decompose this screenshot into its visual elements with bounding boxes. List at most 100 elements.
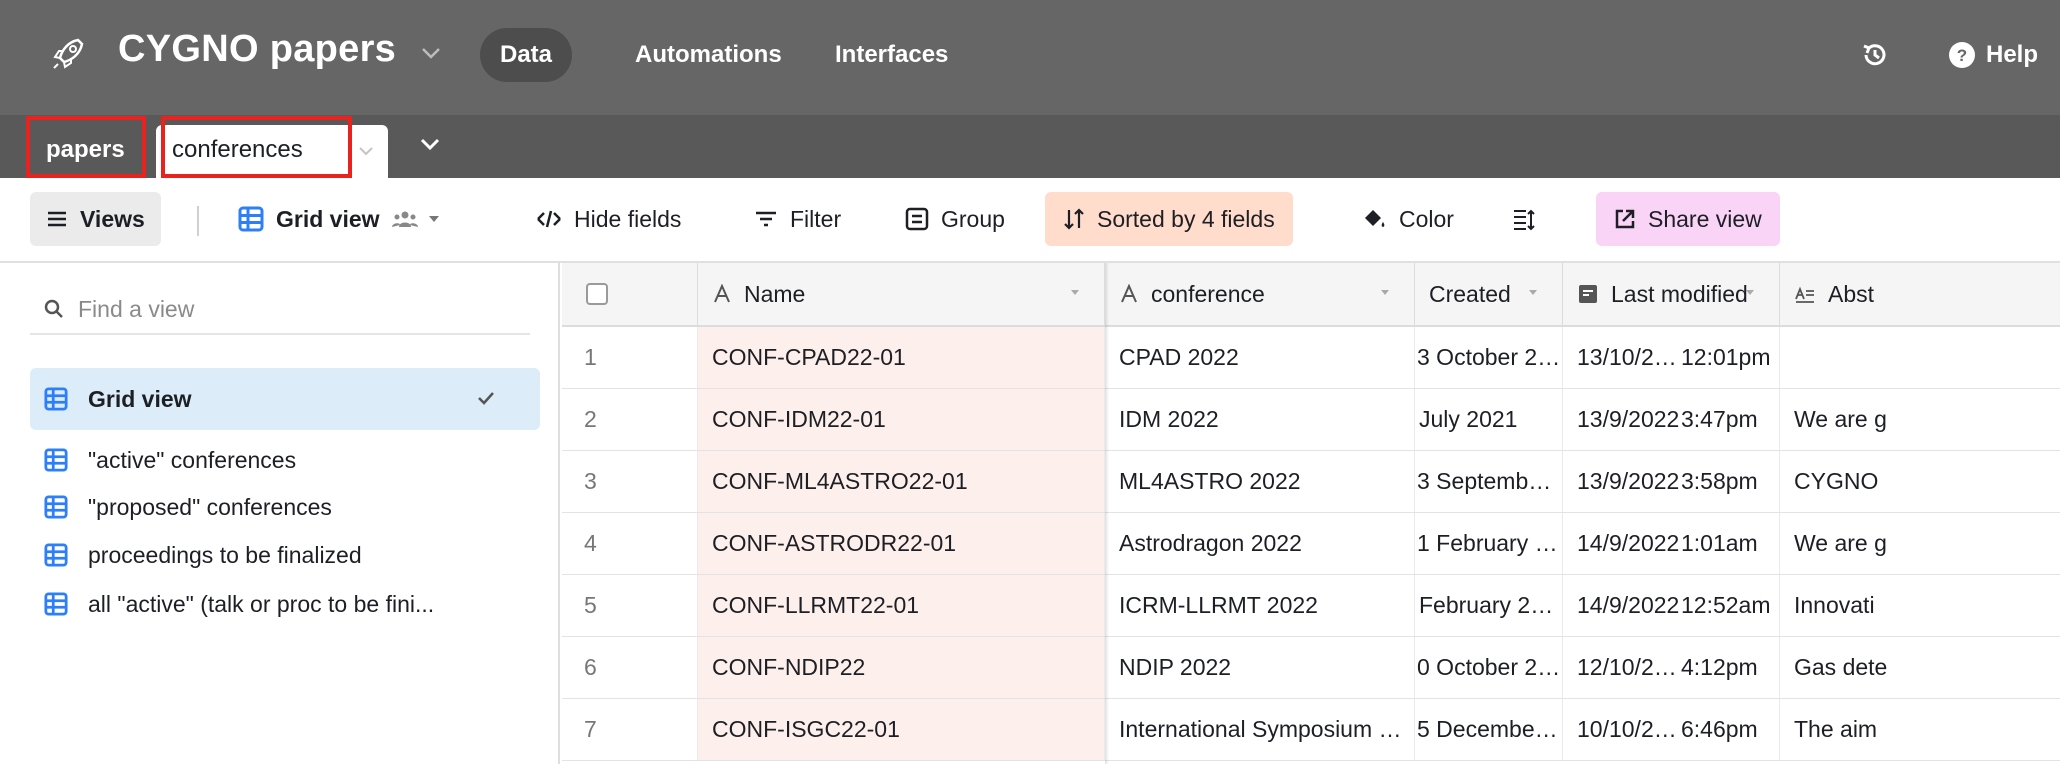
help-icon: ? [1949,42,1975,68]
color-button[interactable]: Color [1351,192,1464,246]
name-cell[interactable]: CONF-NDIP22 [698,637,1105,698]
grid-view-switcher[interactable]: Grid view [228,192,462,246]
table-row[interactable]: 4 CONF-ASTRODR22-01 Astrodragon 2022 1 F… [562,513,2060,575]
table-row[interactable]: 3 CONF-ML4ASTRO22-01 ML4ASTRO 2022 3 Sep… [562,451,2060,513]
abstract-cell[interactable]: The aim [1780,699,2060,760]
conference-cell[interactable]: International Symposium on Gri... [1105,699,1415,760]
conference-cell[interactable]: IDM 2022 [1105,389,1415,450]
abstract-cell[interactable] [1780,327,2060,388]
created-cell[interactable]: February 2022 [1415,575,1563,636]
table-row[interactable]: 6 CONF-NDIP22 NDIP 2022 0 October 20... … [562,637,2060,699]
modified-date-cell[interactable]: 13/9/2022 [1563,389,1681,450]
conference-cell[interactable]: CPAD 2022 [1105,327,1415,388]
table-row[interactable]: 7 CONF-ISGC22-01 International Symposium… [562,699,2060,761]
rocket-icon[interactable] [48,34,88,74]
conference-cell[interactable]: NDIP 2022 [1105,637,1415,698]
group-button[interactable]: Group [895,192,1015,246]
conference-cell[interactable]: ML4ASTRO 2022 [1105,451,1415,512]
column-header-name[interactable]: Name [698,263,1105,325]
share-view-label: Share view [1648,206,1762,232]
table-row[interactable]: 1 CONF-CPAD22-01 CPAD 2022 3 October 20.… [562,327,2060,389]
modified-time-cell[interactable]: 3:58pm [1677,451,1780,512]
abstract-cell[interactable]: Innovati [1780,575,2060,636]
tables-menu-chevron-icon[interactable] [418,134,442,154]
caret-down-icon[interactable] [1528,289,1538,297]
grid-icon [44,448,68,472]
modified-date-cell[interactable]: 14/9/2022 [1563,513,1681,574]
name-cell[interactable]: CONF-ASTRODR22-01 [698,513,1105,574]
toolbar-divider [197,206,199,236]
sort-button[interactable]: Sorted by 4 fields [1045,192,1293,246]
abstract-cell[interactable]: Gas dete [1780,637,2060,698]
text-field-icon [1121,284,1137,303]
chevron-down-icon[interactable] [356,143,376,159]
name-cell[interactable]: CONF-ML4ASTRO22-01 [698,451,1105,512]
created-cell[interactable]: 0 October 20... [1415,637,1563,698]
svg-text:?: ? [1957,46,1967,65]
view-search-input[interactable] [78,295,498,323]
modified-date-cell[interactable]: 14/9/2022 [1563,575,1681,636]
select-all-cell[interactable] [562,263,698,325]
text-field-icon [714,284,730,303]
caret-down-icon[interactable] [1745,289,1755,297]
sidebar-view-all-active[interactable]: all "active" (talk or proc to be fini... [30,573,540,635]
column-header-created[interactable]: Created [1415,263,1563,325]
last-modified-icon [1579,285,1597,303]
modified-date-cell[interactable]: 12/10/20... [1563,637,1681,698]
filter-icon [756,211,776,227]
column-header-last-modified[interactable]: Last modified [1563,263,1780,325]
abstract-cell[interactable]: We are g [1780,389,2060,450]
nav-interfaces[interactable]: Interfaces [815,28,968,82]
conference-cell[interactable]: Astrodragon 2022 [1105,513,1415,574]
column-header-abstract[interactable]: Abst [1780,263,2060,325]
share-view-button[interactable]: Share view [1596,192,1780,246]
sidebar-view-grid-view[interactable]: Grid view [30,368,540,430]
created-cell[interactable]: July 2021 [1415,389,1563,450]
modified-time-cell[interactable]: 1:01am [1677,513,1780,574]
table-row[interactable]: 5 CONF-LLRMT22-01 ICRM-LLRMT 2022 Februa… [562,575,2060,637]
caret-down-icon[interactable] [1070,289,1080,297]
abstract-cell[interactable]: We are g [1780,513,2060,574]
name-cell[interactable]: CONF-ISGC22-01 [698,699,1105,760]
modified-time-cell[interactable]: 3:47pm [1677,389,1780,450]
created-cell[interactable]: 3 October 20... [1415,327,1563,388]
modified-time-cell[interactable]: 6:46pm [1677,699,1780,760]
caret-down-icon [428,216,439,222]
help-button[interactable]: ? Help [1948,40,2038,70]
row-height-button[interactable] [1502,192,1558,246]
name-cell[interactable]: CONF-IDM22-01 [698,389,1105,450]
row-number: 4 [562,513,698,574]
hide-fields-button[interactable]: Hide fields [526,192,691,246]
created-cell[interactable]: 5 December ... [1415,699,1563,760]
records-grid: Name conference Created Last modified Ab… [562,263,2060,764]
column-header-conference[interactable]: conference [1105,263,1415,325]
name-cell[interactable]: CONF-LLRMT22-01 [698,575,1105,636]
modified-date-cell[interactable]: 10/10/20... [1563,699,1681,760]
table-row[interactable]: 2 CONF-IDM22-01 IDM 2022 July 2021 13/9/… [562,389,2060,451]
row-number: 1 [562,327,698,388]
modified-date-cell[interactable]: 13/10/20... [1563,327,1681,388]
history-icon[interactable] [1860,40,1890,70]
modified-time-cell[interactable]: 4:12pm [1677,637,1780,698]
nav-automations[interactable]: Automations [615,28,802,82]
modified-date-cell[interactable]: 13/9/2022 [1563,451,1681,512]
collaborative-icon [391,211,418,227]
share-icon [1615,209,1635,229]
base-title[interactable]: CYGNO papers [118,28,396,71]
conference-cell[interactable]: ICRM-LLRMT 2022 [1105,575,1415,636]
views-button[interactable]: Views [30,192,161,246]
name-cell[interactable]: CONF-CPAD22-01 [698,327,1105,388]
filter-button[interactable]: Filter [744,192,851,246]
caret-down-icon[interactable] [1380,289,1390,297]
column-label: Created [1429,280,1511,307]
created-cell[interactable]: 3 September ... [1415,451,1563,512]
select-all-checkbox[interactable] [586,283,608,305]
modified-time-cell[interactable]: 12:52am [1677,575,1780,636]
modified-time-cell[interactable]: 12:01pm [1677,327,1780,388]
views-label: Views [80,206,145,232]
chevron-down-icon[interactable] [420,45,442,61]
sort-icon [1064,208,1084,230]
nav-data[interactable]: Data [480,28,573,82]
created-cell[interactable]: 1 February 2... [1415,513,1563,574]
abstract-cell[interactable]: CYGNO [1780,451,2060,512]
